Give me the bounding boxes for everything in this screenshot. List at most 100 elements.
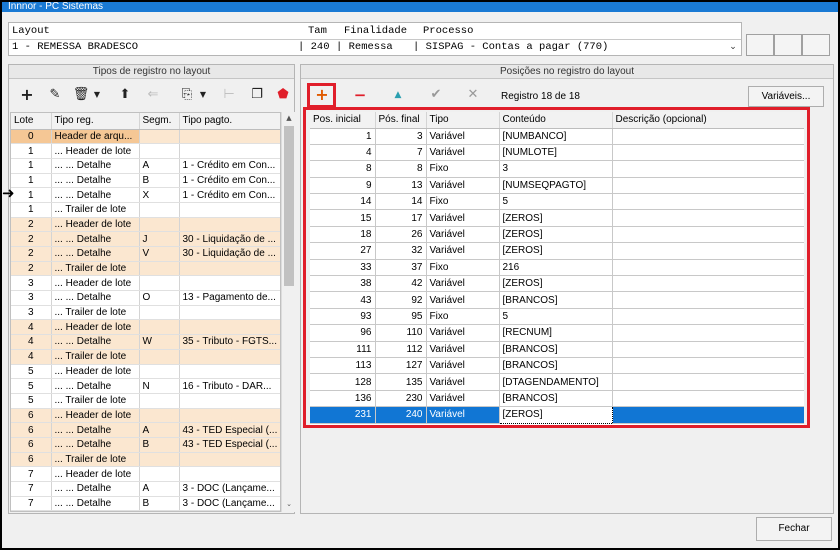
nav-button-2[interactable] xyxy=(774,34,802,56)
tipo-registro-row[interactable]: 5... Trailer de lote xyxy=(11,393,280,409)
pagto-cell xyxy=(179,452,280,468)
left-scrollbar[interactable]: ▲ ⌄ xyxy=(281,112,295,512)
segm-cell: A xyxy=(139,481,180,497)
tipo-registro-row[interactable]: 1... ... Detalhe X 1 - Crédito em Con... xyxy=(11,187,280,203)
tipo-registro-row[interactable]: 2... Header de lote xyxy=(11,217,280,233)
tipo-registro-row[interactable]: 5... Header de lote xyxy=(11,364,280,380)
tipo-registro-row[interactable]: 2... Trailer de lote xyxy=(11,261,280,277)
tipo-registro-row[interactable]: 4... Header de lote xyxy=(11,319,280,336)
tipo-cell: ... Header de lote xyxy=(51,319,140,336)
lote-cell: 3 xyxy=(11,275,52,292)
lote-cell: 5 xyxy=(11,393,52,409)
pagto-cell xyxy=(179,393,280,409)
tipo-registro-row[interactable]: 1... ... Detalhe A 1 - Crédito em Con... xyxy=(11,158,280,174)
tipo-registro-row[interactable]: 2... ... Detalhe J 30 - Liquidação de ... xyxy=(11,231,280,247)
col-lote[interactable]: Lote xyxy=(11,113,52,130)
arrow-left-icon[interactable]: ⇐ xyxy=(142,85,164,105)
segm-cell xyxy=(139,364,180,380)
tipo-registro-row[interactable]: 1... Trailer de lote xyxy=(11,202,280,218)
pagto-cell xyxy=(179,275,280,292)
cancel-icon[interactable]: ✕ xyxy=(462,85,484,105)
tipo-registro-row[interactable]: 6... ... Detalhe A 43 - TED Especial (... xyxy=(11,422,280,438)
tipos-registro-grid[interactable]: Lote Tipo reg. Segm. Tipo pagto. 0 Header… xyxy=(10,112,281,512)
segm-cell xyxy=(139,393,180,409)
lote-cell: 4 xyxy=(11,334,52,350)
variaveis-button[interactable]: Variáveis... xyxy=(748,86,824,107)
tipo-registro-row[interactable]: 5... ... Detalhe N 16 - Tributo - DAR... xyxy=(11,378,280,394)
segm-cell xyxy=(139,261,180,277)
tipo-registro-row[interactable]: 3... Trailer de lote xyxy=(11,305,280,321)
window: Innnor - PC Sistemas Layout Tam Finalida… xyxy=(0,0,840,550)
left-scroll-thumb[interactable] xyxy=(284,126,294,286)
lote-cell: 3 xyxy=(11,290,52,306)
tipo-registro-row[interactable]: 6... ... Detalhe B 43 - TED Especial (... xyxy=(11,437,280,453)
move-up-icon[interactable]: ▲ xyxy=(387,85,409,105)
tipo-registro-row[interactable]: 0 Header de arqu... xyxy=(11,129,280,145)
segm-cell xyxy=(139,143,180,159)
remove-position-icon[interactable]: − xyxy=(349,85,371,105)
layout-value: 1 - REMESSA BRADESCO xyxy=(12,41,139,53)
segm-cell: O xyxy=(139,290,180,306)
tipo-cell: ... ... Detalhe xyxy=(51,422,140,438)
tipo-registro-row[interactable]: 4... Trailer de lote xyxy=(11,349,280,365)
tree-icon[interactable]: ⊢ xyxy=(218,85,240,105)
tipo-registro-row[interactable]: 3... Header de lote xyxy=(11,275,280,292)
layout-header-row: Layout Tam Finalidade Processo xyxy=(9,24,741,38)
tipo-registro-row[interactable]: 1... ... Detalhe B 1 - Crédito em Con... xyxy=(11,173,280,189)
lote-cell: 6 xyxy=(11,437,52,453)
nav-button-1[interactable] xyxy=(746,34,774,56)
paste-icon[interactable]: ❐ xyxy=(246,85,268,105)
tipo-registro-row[interactable]: 4... ... Detalhe W 35 - Tributo - FGTS... xyxy=(11,334,280,350)
tipo-cell: ... Trailer de lote xyxy=(51,202,140,218)
pagto-cell: 30 - Liquidação de ... xyxy=(179,231,280,247)
col-segm[interactable]: Segm. xyxy=(139,113,180,130)
tipo-cell: ... ... Detalhe xyxy=(51,173,140,189)
pagto-cell xyxy=(179,319,280,336)
tipo-registro-row[interactable]: 7... ... Detalhe A 3 - DOC (Lançame... xyxy=(11,481,280,497)
current-row-arrow-icon: ➜ xyxy=(2,184,15,202)
col-tipo-reg[interactable]: Tipo reg. xyxy=(51,113,140,130)
nav-button-3[interactable] xyxy=(802,34,830,56)
scroll-down-icon[interactable]: ⌄ xyxy=(282,500,296,508)
lote-cell: 2 xyxy=(11,246,52,262)
lote-cell: 0 xyxy=(11,129,52,145)
pagto-cell xyxy=(179,364,280,380)
tipos-header-row: Lote Tipo reg. Segm. Tipo pagto. xyxy=(11,113,280,130)
posicoes-title: Posições no registro do layout xyxy=(301,65,833,79)
segm-cell: X xyxy=(139,187,180,203)
col-finalidade: Finalidade xyxy=(344,25,408,37)
arrow-up-icon[interactable]: ⬆ xyxy=(114,85,136,105)
fechar-button[interactable]: Fechar xyxy=(756,517,832,541)
tipo-cell: ... Header de lote xyxy=(51,364,140,380)
layout-selector[interactable]: Layout Tam Finalidade Processo 1 - REMES… xyxy=(8,22,742,56)
tipo-registro-row[interactable]: 7... Header de lote xyxy=(11,466,280,482)
tipo-registro-row[interactable]: 1... Header de lote xyxy=(11,143,280,159)
tipo-registro-row[interactable]: 6... Trailer de lote xyxy=(11,452,280,468)
col-tipo-pagto[interactable]: Tipo pagto. xyxy=(179,113,280,130)
lote-cell: 6 xyxy=(11,422,52,438)
tipo-cell: ... ... Detalhe xyxy=(51,496,140,511)
processo-value: | SISPAG - Contas a pagar (770) xyxy=(413,41,609,53)
alert-icon[interactable]: ⬟ xyxy=(272,85,294,105)
tipo-cell: ... Trailer de lote xyxy=(51,305,140,321)
tipo-registro-row[interactable]: 3... ... Detalhe O 13 - Pagamento de... xyxy=(11,290,280,306)
segm-cell: B xyxy=(139,496,180,511)
chevron-down-icon[interactable]: ⌄ xyxy=(727,41,739,53)
scroll-up-icon[interactable]: ▲ xyxy=(282,114,296,122)
segm-cell: A xyxy=(139,422,180,438)
dropdown-icon[interactable]: ▼ xyxy=(86,85,108,105)
tipo-cell: ... ... Detalhe xyxy=(51,246,140,262)
confirm-icon[interactable]: ✔ xyxy=(425,85,447,105)
lote-cell: 2 xyxy=(11,231,52,247)
copy-dropdown-icon[interactable]: ▼ xyxy=(192,85,214,105)
tipo-cell: ... ... Detalhe xyxy=(51,187,140,203)
tipo-registro-row[interactable]: 7... ... Detalhe B 3 - DOC (Lançame... xyxy=(11,496,280,511)
pagto-cell xyxy=(179,129,280,145)
tipo-registro-row[interactable]: 6... Header de lote xyxy=(11,408,280,424)
tipo-registro-row[interactable]: 2... ... Detalhe V 30 - Liquidação de ... xyxy=(11,246,280,262)
pagto-cell xyxy=(179,408,280,424)
edit-icon[interactable]: ✎ xyxy=(44,85,66,105)
add-icon[interactable]: + xyxy=(16,85,38,105)
col-tam: Tam xyxy=(308,25,327,37)
lote-cell: 7 xyxy=(11,481,52,497)
